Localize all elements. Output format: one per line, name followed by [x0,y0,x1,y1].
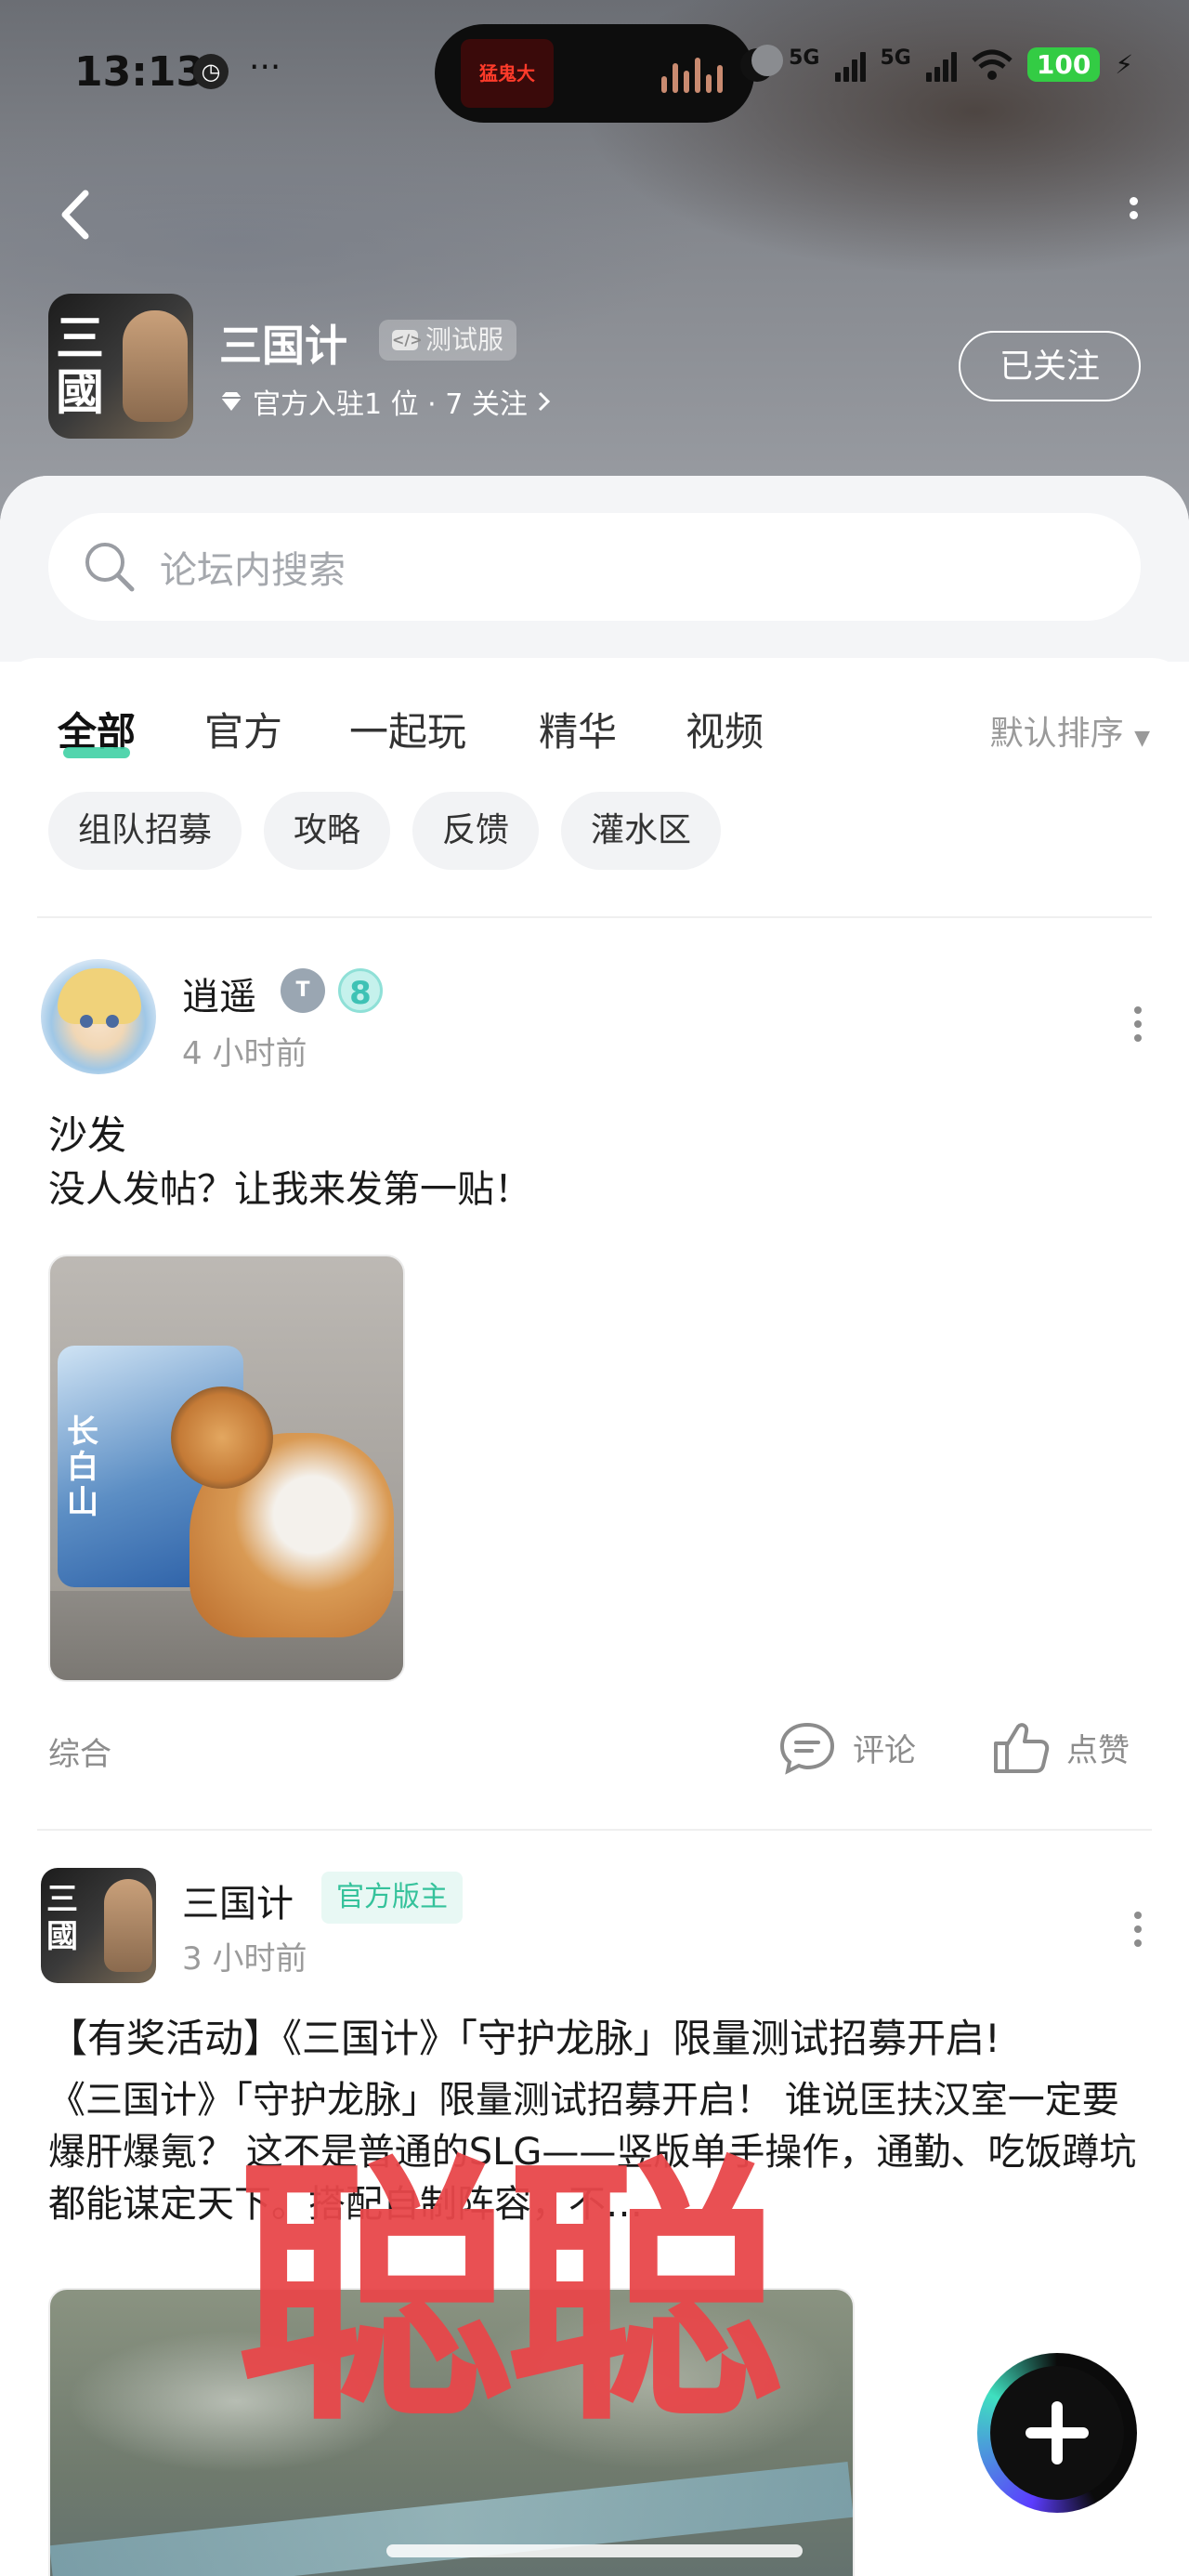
post-title: 【有奖活动】《三国计》「守护龙脉」限量测试招募开启! [48,2016,1000,2061]
chip-chat-zone[interactable]: 灌水区 [561,792,722,870]
forum-header: 13:13 ◷ ··· 猛鬼大 5G 5G 100 ⚡ 三國 三国计 </> 测… [0,0,1189,520]
battery-level: 100 [1026,47,1101,82]
status-more-icon: ··· [249,48,281,86]
alarm-clock-icon: ◷ [193,54,229,89]
post-body: 《三国计》「守护龙脉」限量测试招募开启！ 谁说匡扶汉室一定要爆肝爆氪？ 这不是普… [48,2079,1137,2226]
divider [37,1829,1152,1831]
official-moderator-tag: 官方版主 [321,1872,463,1924]
code-icon: </> [392,330,423,350]
plus-icon [990,2366,1124,2500]
post-more-button[interactable] [1124,1000,1152,1056]
back-button[interactable] [52,182,108,247]
post-author[interactable]: 逍遥 [182,966,256,1020]
like-button[interactable]: 点赞 [990,1719,1130,1775]
thumbs-up-icon [994,1723,1050,1773]
tab-video[interactable]: 视频 [686,701,764,757]
sort-label: 默认排序 [989,715,1124,753]
search-placeholder: 论坛内搜索 [160,549,346,592]
focus-moon-icon [740,44,784,82]
comment-icon [779,1722,835,1775]
post-author[interactable]: 三国计 [182,1873,294,1927]
network-type-2: 5G [880,46,911,70]
test-server-badge: </> 测试服 [379,320,517,361]
active-tab-indicator [63,747,130,758]
signal-icon-2 [925,48,957,82]
comment-label: 评论 [853,1731,916,1769]
forum-meta-link[interactable]: 官方入驻1 位 · 7 关注 [219,381,552,422]
medal-badge-icon: T [281,968,325,1013]
tab-play-together[interactable]: 一起玩 [349,701,466,757]
test-server-label: 测试服 [425,324,504,355]
post-time: 3 小时前 [182,1940,307,1978]
search-icon [85,543,135,592]
comment-button[interactable]: 评论 [777,1719,916,1775]
post-footer: 综合 评论 点赞 [0,1712,1189,1786]
more-options-button[interactable] [1115,191,1152,238]
tab-official[interactable]: 官方 [204,701,282,757]
home-indicator [386,2544,803,2557]
chevron-left-icon [61,190,89,240]
wifi-icon [972,49,1013,80]
audio-wave-icon [661,56,723,93]
chip-guides[interactable]: 攻略 [264,792,391,870]
like-label: 点赞 [1066,1731,1130,1769]
post-image[interactable]: 长白山 [48,1255,405,1682]
status-indicators: 5G 5G 100 ⚡ [740,44,1133,83]
search-input[interactable]: 论坛内搜索 [48,513,1141,621]
avatar[interactable]: 三國 [41,1868,156,1983]
category-chips: 组队招募 攻略 反馈 灌水区 [48,792,722,870]
status-bar: 13:13 ◷ ··· 猛鬼大 5G 5G 100 ⚡ [0,0,1189,149]
avatar-text: 三國 [46,1881,78,1955]
network-type-1: 5G [789,46,820,70]
forum-title: 三国计 [219,321,347,371]
chip-feedback[interactable]: 反馈 [412,792,540,870]
dynamic-island[interactable]: 猛鬼大 [435,24,754,123]
signal-icon-1 [834,48,866,82]
forum-meta-text: 官方入驻1 位 · 7 关注 [253,388,528,421]
post-title: 沙发 [48,1112,127,1158]
island-media-thumb: 猛鬼大 [461,39,554,108]
post-time: 4 小时前 [182,1035,307,1072]
create-post-button[interactable] [977,2353,1137,2513]
level-badge: 8 [338,968,383,1013]
forum-logo: 三國 [48,294,193,439]
forum-content: 论坛内搜索 全部 官方 一起玩 精华 视频 默认排序 ▼ 组队招募 攻略 反馈 … [0,476,1189,2576]
post-body: 没人发帖？让我来发第一贴！ [48,1168,531,1211]
post-category: 综合 [48,1736,111,1773]
chevron-right-icon [538,391,550,412]
charging-icon: ⚡ [1115,49,1133,80]
chip-team-recruit[interactable]: 组队招募 [48,792,242,870]
tab-featured[interactable]: 精华 [539,701,617,757]
post-image-text: 长白山 [67,1413,98,1521]
avatar[interactable] [41,959,156,1074]
status-time: 13:13 [74,48,205,96]
follow-button[interactable]: 已关注 [959,331,1141,401]
divider [37,916,1152,918]
sort-dropdown[interactable]: 默认排序 ▼ [990,706,1150,755]
caret-down-icon: ▼ [1134,727,1150,750]
post-more-button[interactable] [1124,1905,1152,1961]
post-image[interactable] [48,2288,855,2576]
diamond-icon [221,392,242,411]
